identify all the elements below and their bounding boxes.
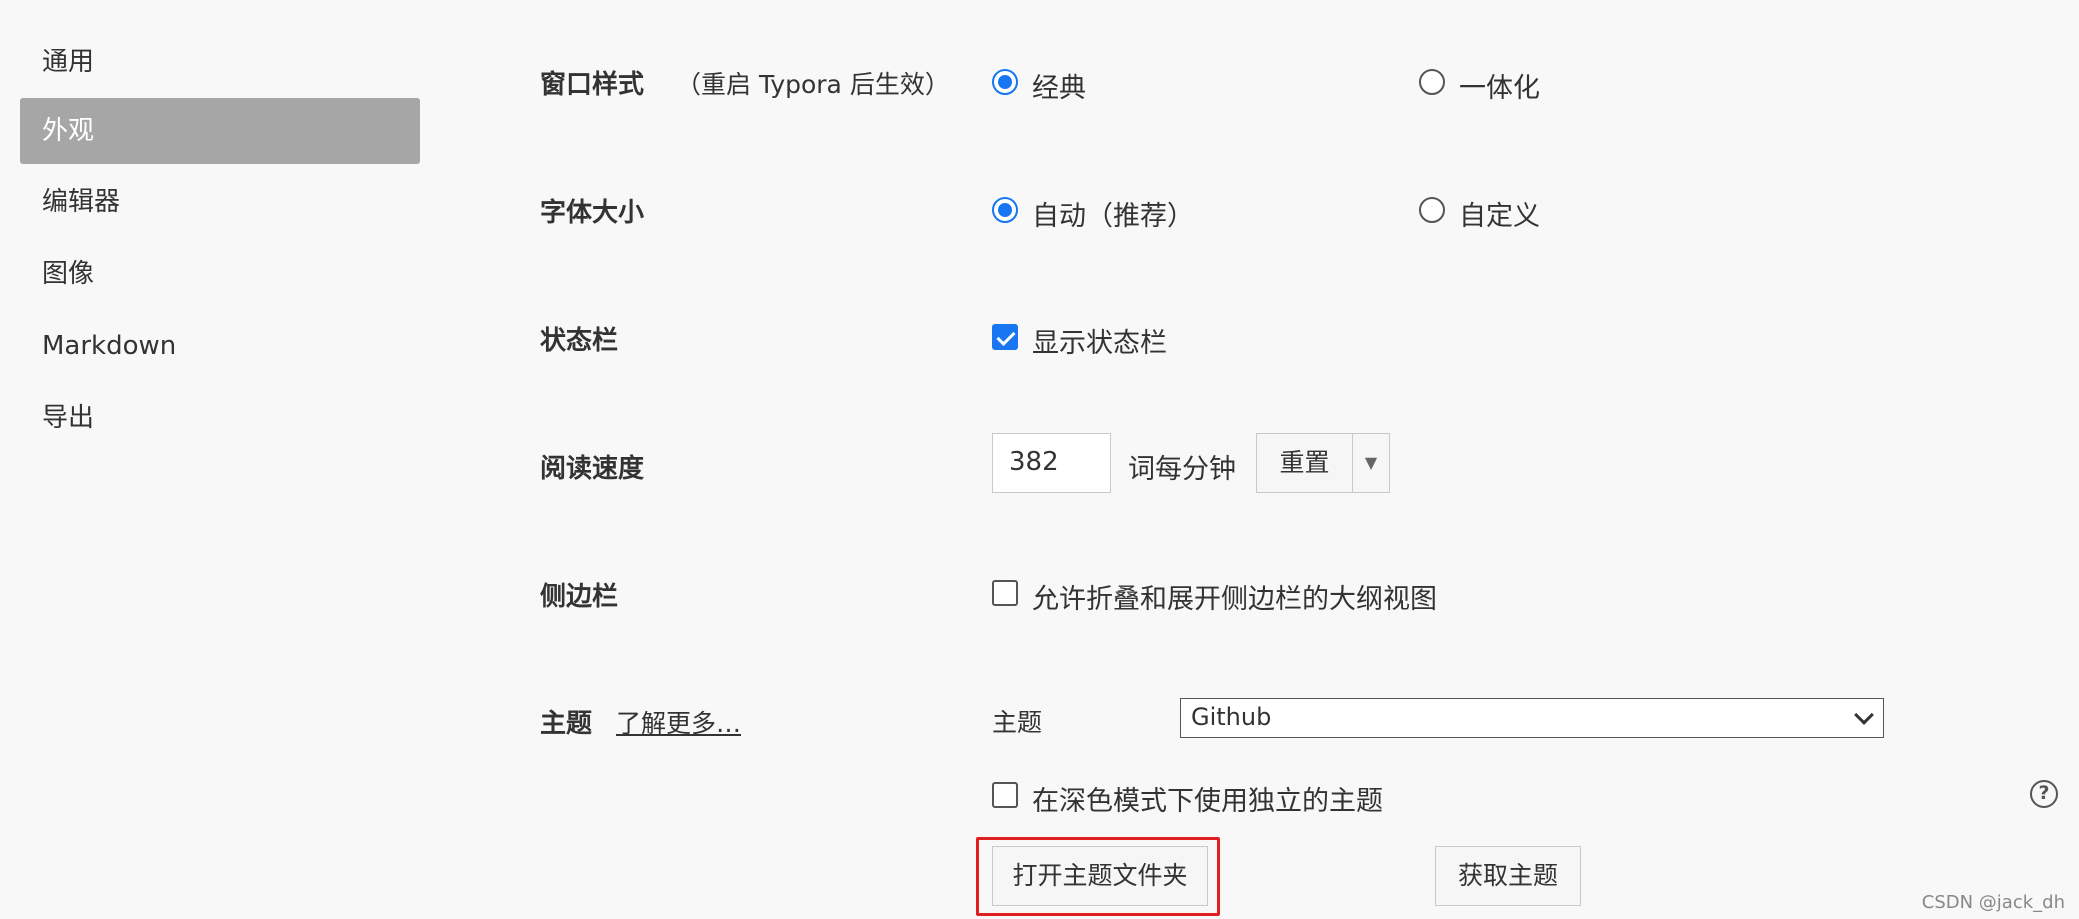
radio-font-custom[interactable]: [1419, 197, 1445, 223]
outline-collapse-checkbox-label: 允许折叠和展开侧边栏的大纲视图: [1032, 584, 1437, 615]
get-themes-button[interactable]: 获取主题: [1435, 846, 1581, 906]
theme-select[interactable]: Github: [1180, 698, 1884, 738]
sidebar-setting-label: 侧边栏: [540, 582, 619, 612]
sidebar-item-image[interactable]: 图像: [20, 239, 420, 309]
open-theme-folder-button[interactable]: 打开主题文件夹: [992, 846, 1208, 906]
window-style-hint: （重启 Typora 后生效）: [676, 70, 950, 99]
status-bar-label: 状态栏: [540, 326, 619, 356]
radio-font-custom-label: 自定义: [1459, 201, 1540, 232]
font-size-label: 字体大小: [540, 198, 645, 228]
status-bar-checkbox-label: 显示状态栏: [1032, 328, 1167, 359]
outline-collapse-checkbox[interactable]: [992, 580, 1018, 606]
radio-classic[interactable]: [992, 69, 1018, 95]
reading-speed-input[interactable]: 382: [992, 433, 1111, 493]
settings-sidebar: 通用 外观 编辑器 图像 Markdown 导出: [20, 36, 420, 455]
learn-more-link[interactable]: 了解更多…: [616, 704, 741, 740]
sidebar-item-appearance[interactable]: 外观: [20, 98, 420, 164]
theme-label: 主题: [540, 709, 593, 739]
sidebar-item-markdown[interactable]: Markdown: [20, 311, 420, 381]
sidebar-item-editor[interactable]: 编辑器: [20, 167, 420, 237]
reading-speed-label: 阅读速度: [540, 454, 645, 484]
reset-dropdown-icon[interactable]: ▼: [1352, 433, 1390, 493]
theme-select-value: Github: [1191, 703, 1272, 731]
watermark: CSDN @jack_dh: [1921, 892, 2065, 913]
radio-font-auto[interactable]: [992, 197, 1018, 223]
radio-unibody[interactable]: [1419, 69, 1445, 95]
sidebar-item-general[interactable]: 通用: [20, 36, 420, 88]
chevron-down-icon: [1854, 705, 1874, 725]
theme-select-label: 主题: [992, 708, 1043, 737]
help-icon[interactable]: ?: [2030, 780, 2058, 808]
sidebar-item-export[interactable]: 导出: [20, 383, 420, 453]
reading-speed-unit: 词每分钟: [1128, 454, 1236, 485]
radio-classic-label: 经典: [1032, 73, 1086, 104]
radio-unibody-label: 一体化: [1459, 73, 1540, 104]
window-style-label: 窗口样式: [540, 70, 645, 100]
dark-mode-theme-checkbox[interactable]: [992, 782, 1018, 808]
reset-button[interactable]: 重置: [1256, 433, 1353, 493]
radio-font-auto-label: 自动（推荐）: [1032, 201, 1194, 232]
status-bar-checkbox[interactable]: [992, 324, 1018, 350]
dark-mode-theme-checkbox-label: 在深色模式下使用独立的主题: [1032, 786, 1383, 817]
